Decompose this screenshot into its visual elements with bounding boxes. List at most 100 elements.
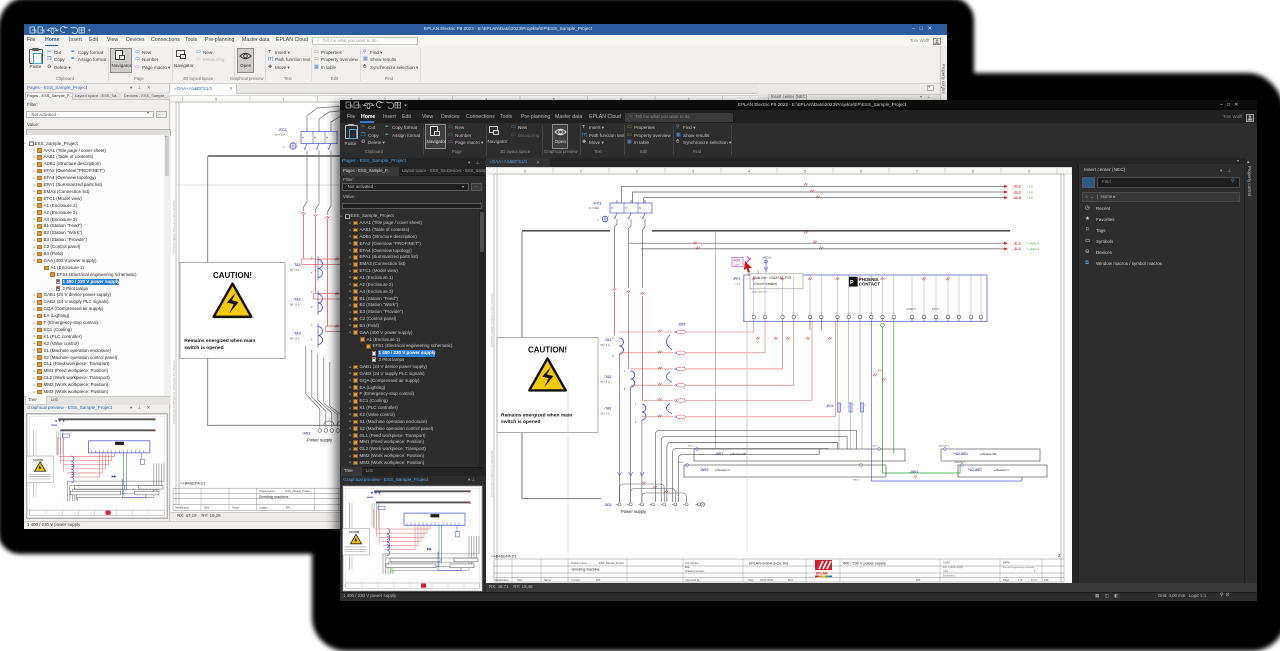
svg-text:/ 1.8: / 1.8 bbox=[735, 282, 741, 286]
svg-text:·: · bbox=[809, 336, 810, 338]
svg-text:L: L bbox=[624, 371, 626, 373]
svg-text:·: · bbox=[661, 349, 662, 351]
svg-text:CONTACT: CONTACT bbox=[859, 282, 880, 287]
svg-text:In = 32A: In = 32A bbox=[275, 132, 286, 136]
svg-text:L: L bbox=[613, 338, 615, 340]
svg-text:2: 2 bbox=[636, 169, 638, 173]
svg-text:▶▶: ▶▶ bbox=[427, 547, 432, 551]
svg-text:·: · bbox=[699, 245, 700, 247]
svg-text:B03: B03 bbox=[878, 370, 883, 372]
svg-text:Date: Date bbox=[204, 505, 210, 509]
svg-text:Name: Name bbox=[232, 505, 239, 509]
svg-text:In = 32A: In = 32A bbox=[589, 206, 599, 210]
svg-text:ESS_Sample_Project: ESS_Sample_Project bbox=[599, 561, 624, 565]
svg-text:·: · bbox=[316, 212, 317, 214]
svg-text:·: · bbox=[661, 381, 662, 383]
svg-text:K: K bbox=[635, 422, 637, 424]
svg-text:Creator: Creator bbox=[572, 578, 581, 582]
svg-text:Q3: Q3 bbox=[820, 313, 824, 315]
svg-text:-TA1: -TA1 bbox=[293, 263, 301, 267]
svg-text:Project name: Project name bbox=[572, 561, 588, 565]
svg-text:Modification: Modification bbox=[176, 505, 190, 509]
svg-text:OUTPUT: OUTPUT bbox=[906, 308, 916, 311]
svg-text:-TA3: -TA3 bbox=[604, 407, 611, 411]
svg-text:Protected by copyright. Passin: Protected by copyright. Passing on as we… bbox=[173, 199, 176, 254]
svg-text:Multi-line: <GAA+A1-FC5: Multi-line: <GAA+A1-FC5 bbox=[753, 276, 791, 280]
svg-text:-XD5: -XD5 bbox=[678, 323, 686, 327]
svg-text:4: 4 bbox=[684, 388, 686, 390]
svg-text:02.06.2022: 02.06.2022 bbox=[760, 578, 774, 582]
svg-text:≡ Busbar PE: ≡ Busbar PE bbox=[980, 452, 996, 456]
svg-text:·: · bbox=[759, 336, 760, 338]
svg-text:·: · bbox=[644, 480, 645, 482]
svg-text:Power supply: Power supply bbox=[621, 509, 647, 514]
svg-text:Date: Date bbox=[748, 578, 754, 582]
svg-text:I▶: I▶ bbox=[639, 207, 642, 210]
svg-text:24A: 24A bbox=[913, 476, 918, 479]
svg-text:▶▶: ▶▶ bbox=[112, 474, 117, 478]
svg-text:Electrical engineering schemat: Electrical engineering schematic bbox=[1003, 566, 1035, 569]
svg-text:ESS_Sample_Project: ESS_Sample_Project bbox=[286, 488, 311, 492]
svg-text:·: · bbox=[338, 323, 339, 325]
svg-text:switch is opened: switch is opened bbox=[184, 344, 223, 350]
svg-text:T-: T- bbox=[283, 146, 285, 149]
svg-text:+A2-WE1: +A2-WE1 bbox=[954, 452, 968, 456]
svg-text:Modification: Modification bbox=[495, 578, 509, 582]
svg-text:-W01: -W01 bbox=[910, 470, 918, 474]
svg-text:·: · bbox=[667, 489, 668, 491]
svg-text:INPUT: INPUT bbox=[932, 308, 940, 311]
svg-text:=+B4&EPA1/1: =+B4&EPA1/1 bbox=[491, 554, 517, 559]
svg-text:·: · bbox=[328, 214, 329, 216]
svg-text:400 V power supply: 400 V power supply bbox=[943, 566, 964, 569]
svg-text:0: 0 bbox=[524, 169, 526, 173]
svg-text:=+B4&EPA1/1: =+B4&EPA1/1 bbox=[180, 480, 206, 485]
svg-text:EPL: EPL bbox=[916, 578, 921, 582]
svg-text:WE2.2: WE2.2 bbox=[853, 480, 860, 482]
svg-text:3: 3 bbox=[692, 169, 694, 173]
svg-text:ADB OUTPUT: ADB OUTPUT bbox=[752, 291, 768, 294]
svg-text:switch is opened: switch is opened bbox=[501, 419, 540, 425]
svg-text:·: · bbox=[822, 245, 823, 247]
svg-text:8: 8 bbox=[972, 169, 974, 173]
svg-text:16A: 16A bbox=[734, 262, 739, 266]
svg-text:2: 2 bbox=[684, 356, 686, 358]
svg-text:I▶: I▶ bbox=[625, 207, 628, 210]
svg-text:·: · bbox=[777, 336, 778, 338]
svg-text:·: · bbox=[338, 290, 339, 292]
svg-text:-WE1: -WE1 bbox=[715, 452, 724, 456]
svg-text:·: · bbox=[661, 328, 662, 330]
svg-text:Approved by: Approved by bbox=[685, 578, 700, 582]
svg-text:CAUTION!: CAUTION! bbox=[528, 346, 567, 355]
svg-text:·: · bbox=[661, 397, 662, 399]
svg-text:-2L2: -2L2 bbox=[1013, 190, 1021, 194]
svg-text:·: · bbox=[925, 276, 926, 278]
svg-text:Power supply: Power supply bbox=[307, 437, 333, 442]
svg-text:·: · bbox=[661, 365, 662, 367]
svg-text:Date: Date bbox=[517, 578, 523, 582]
svg-text:/ +A9/1.4: / +A9/1.4 bbox=[1027, 242, 1039, 246]
svg-text:·: · bbox=[696, 240, 697, 242]
svg-text:↓: ↓ bbox=[394, 570, 395, 573]
svg-text:K: K bbox=[624, 389, 626, 391]
svg-text:·: · bbox=[811, 276, 812, 278]
svg-text:P: P bbox=[850, 280, 854, 286]
svg-text:≡ Busbar PE: ≡ Busbar PE bbox=[730, 452, 746, 456]
svg-text:PE: PE bbox=[892, 313, 895, 315]
svg-text:K: K bbox=[311, 306, 313, 309]
svg-text:·: · bbox=[885, 377, 886, 379]
svg-text:From: From bbox=[1031, 578, 1037, 582]
svg-text:EGL: EGL bbox=[685, 566, 690, 569]
svg-text:EGL: EGL bbox=[788, 578, 794, 582]
svg-text:+A2-WE2: +A2-WE2 bbox=[968, 468, 982, 472]
svg-text:1: 1 bbox=[580, 169, 582, 173]
svg-text:·: · bbox=[816, 239, 817, 241]
svg-text:·: · bbox=[949, 276, 950, 278]
svg-text:56 / 5 A: 56 / 5 A bbox=[290, 268, 300, 272]
svg-text:·: · bbox=[883, 276, 884, 278]
svg-text:CAUTION!: CAUTION! bbox=[213, 270, 252, 279]
svg-text:56 / 5 A: 56 / 5 A bbox=[601, 412, 610, 416]
svg-text:Name: Name bbox=[544, 578, 551, 582]
svg-text:EPLAN: EPLAN bbox=[816, 572, 828, 576]
svg-text:Creator: Creator bbox=[259, 505, 268, 509]
svg-text:·: · bbox=[807, 182, 808, 184]
